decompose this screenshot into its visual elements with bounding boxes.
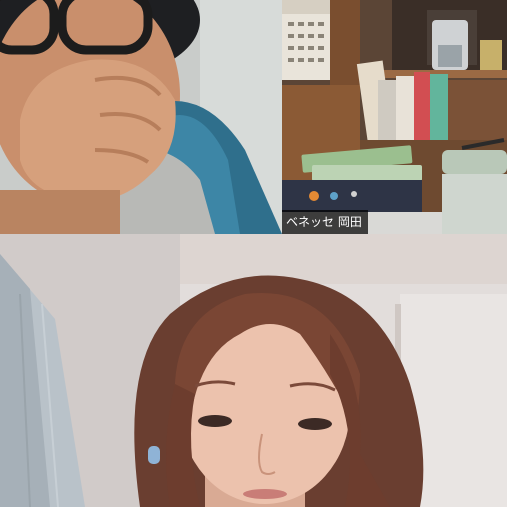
participant-video-tile-bottom[interactable] <box>0 234 507 507</box>
participant-name-tag: ベネッセ 岡田 <box>282 210 368 234</box>
participant-video-tile-top-left[interactable] <box>0 0 282 234</box>
participant-video-tile-top-right[interactable]: ベネッセ 岡田 <box>282 0 507 234</box>
participant-video-feed <box>0 0 282 234</box>
participant-video-feed <box>282 0 507 234</box>
video-call-grid: ベネッセ 岡田 <box>0 0 507 507</box>
participant-video-feed <box>0 234 507 507</box>
